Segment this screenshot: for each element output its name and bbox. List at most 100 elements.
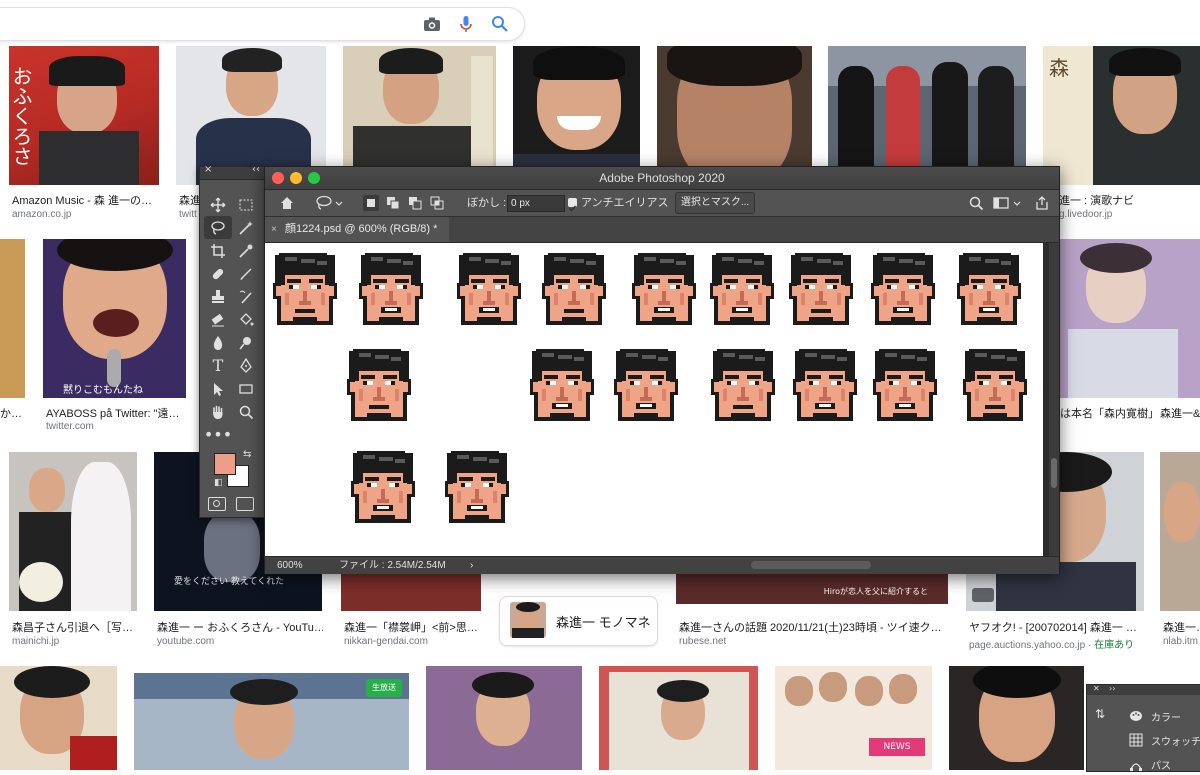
search-icon[interactable] xyxy=(968,195,984,211)
crop-tool-icon[interactable] xyxy=(204,239,232,262)
subtract-from-selection-icon[interactable] xyxy=(407,195,423,211)
add-to-selection-icon[interactable] xyxy=(385,195,401,211)
default-colors-icon[interactable]: ◧ xyxy=(214,478,223,488)
result-image[interactable] xyxy=(828,46,1026,185)
quick-mask-icon[interactable] xyxy=(208,497,226,511)
document-tab[interactable]: × 顔1224.psd @ 600% (RGB/8) * xyxy=(265,217,449,242)
select-and-mask-button[interactable]: 選択とマスク... xyxy=(675,192,755,214)
grid-icon xyxy=(1129,733,1143,747)
zoom-level[interactable]: 600% xyxy=(277,557,303,574)
result-title[interactable]: 森進一「襟裳岬」<前>思… xyxy=(344,619,480,635)
antialias-checkbox[interactable] xyxy=(568,198,577,212)
result-image[interactable] xyxy=(1058,239,1200,398)
result-image[interactable] xyxy=(513,46,640,185)
result-title[interactable]: 森進一… xyxy=(1163,619,1200,635)
title-bar[interactable]: Adobe Photoshop 2020 xyxy=(265,167,1059,190)
canvas-area[interactable] xyxy=(265,243,1049,556)
result-image[interactable] xyxy=(657,46,812,185)
blur-tool-icon[interactable] xyxy=(204,331,232,354)
magic-wand-tool-icon[interactable] xyxy=(232,216,260,239)
panel-item-paths[interactable]: パス xyxy=(1129,753,1171,775)
brush-tool-icon[interactable] xyxy=(232,262,260,285)
result-title[interactable]: ヤフオク! - [20070201​4] 森進一 … xyxy=(969,619,1145,635)
paint-bucket-tool-icon[interactable] xyxy=(232,308,260,331)
result-image[interactable] xyxy=(1160,452,1200,611)
result-title[interactable]: Amazon Music - 森 進一の… xyxy=(12,192,162,208)
close-icon[interactable]: × xyxy=(204,164,212,175)
workspace-icon[interactable] xyxy=(993,195,1023,211)
result-title[interactable]: 進一 : 演歌ナビ xyxy=(1059,192,1199,208)
result-image[interactable] xyxy=(0,666,117,770)
horizontal-scrollbar[interactable] xyxy=(751,561,871,569)
dodge-tool-icon[interactable] xyxy=(232,331,260,354)
pixel-face-sprite xyxy=(351,451,415,523)
collapse-icon[interactable]: ‹‹ xyxy=(252,164,260,175)
result-image[interactable]: 生放送 xyxy=(134,673,409,770)
result-title[interactable]: 森昌子さん引退へ［写… xyxy=(12,619,138,635)
stamp-tool-icon[interactable] xyxy=(204,285,232,308)
result-image[interactable] xyxy=(426,666,582,770)
microphone-icon[interactable] xyxy=(456,14,476,34)
result-image[interactable] xyxy=(9,452,137,611)
result-image[interactable] xyxy=(343,46,496,185)
panel-item-swatches[interactable]: スウォッチ xyxy=(1129,729,1200,751)
new-selection-icon[interactable] xyxy=(363,195,379,211)
type-tool-icon[interactable]: T xyxy=(204,354,232,377)
zoom-tool-icon[interactable] xyxy=(232,400,260,423)
eyedropper-tool-icon[interactable] xyxy=(232,239,260,262)
feather-input[interactable]: 0 px xyxy=(507,195,565,212)
history-brush-tool-icon[interactable] xyxy=(232,285,260,308)
more-tools-icon[interactable]: ••• xyxy=(204,423,232,446)
result-title[interactable]: 森進一& xyxy=(1160,405,1200,421)
hand-tool-icon[interactable] xyxy=(204,400,232,423)
vertical-scrollbar[interactable] xyxy=(1049,243,1059,556)
result-source: g.livedoor.jp xyxy=(1059,209,1113,220)
close-icon[interactable]: ✕ xyxy=(1093,684,1100,693)
result-title[interactable]: か… xyxy=(0,405,25,421)
foreground-color-swatch[interactable] xyxy=(214,453,236,475)
healing-brush-tool-icon[interactable] xyxy=(204,262,232,285)
result-title[interactable]: 森進 xyxy=(179,192,199,208)
camera-icon[interactable] xyxy=(422,14,442,34)
result-image[interactable] xyxy=(599,666,758,770)
status-menu-arrow[interactable]: › xyxy=(470,557,473,574)
result-title[interactable]: は本名「森内寛樹」 xyxy=(1060,405,1160,421)
panel-item-color[interactable]: カラー xyxy=(1129,705,1181,727)
panel-grip[interactable]: ✕ ›› xyxy=(1087,684,1200,695)
swap-colors-icon[interactable]: ⇆ xyxy=(243,449,251,460)
home-icon[interactable] xyxy=(279,195,295,211)
result-image[interactable] xyxy=(0,239,25,398)
result-image[interactable]: 黙りこむもんたね xyxy=(43,239,186,398)
result-image[interactable] xyxy=(949,666,1084,770)
eraser-tool-icon[interactable] xyxy=(204,308,232,331)
panel-grip[interactable]: × ‹‹ xyxy=(200,164,264,180)
result-image[interactable]: 森 xyxy=(1043,46,1200,185)
color-swatches[interactable]: ⇆ ◧ xyxy=(214,449,254,491)
pixel-face-sprite xyxy=(873,349,937,421)
expand-icon[interactable]: ›› xyxy=(1109,684,1115,693)
result-image[interactable]: NEWS xyxy=(775,666,932,770)
rectangle-tool-icon[interactable] xyxy=(232,377,260,400)
lasso-preset-icon[interactable] xyxy=(315,195,345,211)
share-icon[interactable] xyxy=(1034,195,1050,211)
related-search-card[interactable]: 森進一 モノマネ xyxy=(499,596,658,646)
close-tab-icon[interactable]: × xyxy=(271,217,277,242)
search-icon[interactable] xyxy=(490,14,510,34)
path-selection-tool-icon[interactable] xyxy=(204,377,232,400)
result-title[interactable]: 森進一さんの話題 2020/11/21(土)23時頃 - ツイ速ク… xyxy=(679,619,949,635)
panel-toggle-icon[interactable]: ⇅ xyxy=(1095,707,1113,725)
pixel-face-sprite xyxy=(957,253,1021,325)
move-tool-icon[interactable] xyxy=(204,193,232,216)
result-title[interactable]: AYABOSS på Twitter: "遠… xyxy=(46,405,186,421)
screen-mode-icon[interactable] xyxy=(236,497,254,511)
result-image[interactable] xyxy=(176,46,326,185)
scroll-thumb[interactable] xyxy=(1051,458,1057,488)
lasso-tool-icon[interactable] xyxy=(204,216,232,239)
result-title[interactable]: 森進一 ー おふくろさん - YouTu… xyxy=(157,619,323,635)
search-bar[interactable] xyxy=(0,7,525,41)
marquee-tool-icon[interactable] xyxy=(232,193,260,216)
result-image[interactable]: おふくろさん xyxy=(9,46,159,185)
document-canvas[interactable] xyxy=(265,243,1043,556)
intersect-selection-icon[interactable] xyxy=(429,195,445,211)
pen-tool-icon[interactable] xyxy=(232,354,260,377)
